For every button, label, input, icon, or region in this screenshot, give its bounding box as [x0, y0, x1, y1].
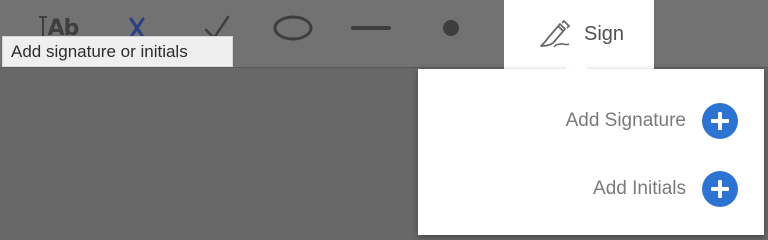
- sign-menu: Add Signature Add Initials: [418, 69, 764, 235]
- add-initials-menu-item[interactable]: Add Initials: [593, 171, 738, 207]
- line-icon: [351, 26, 391, 30]
- line-tool[interactable]: [346, 8, 396, 48]
- add-initials-plus-icon[interactable]: [702, 171, 738, 207]
- add-signature-menu-item[interactable]: Add Signature: [566, 103, 738, 139]
- dot-tool[interactable]: [426, 8, 476, 48]
- pen-icon: [540, 19, 571, 48]
- ellipse-tool[interactable]: [268, 8, 318, 48]
- sign-label: Sign: [584, 23, 625, 45]
- add-signature-plus-icon[interactable]: [702, 103, 738, 139]
- dot-icon: [443, 20, 459, 36]
- ellipse-icon: [273, 15, 313, 41]
- add-signature-label: Add Signature: [565, 110, 686, 131]
- sign-tooltip: Add signature or initials: [2, 36, 233, 67]
- add-initials-label: Add Initials: [593, 178, 686, 199]
- menu-caret: [566, 58, 588, 69]
